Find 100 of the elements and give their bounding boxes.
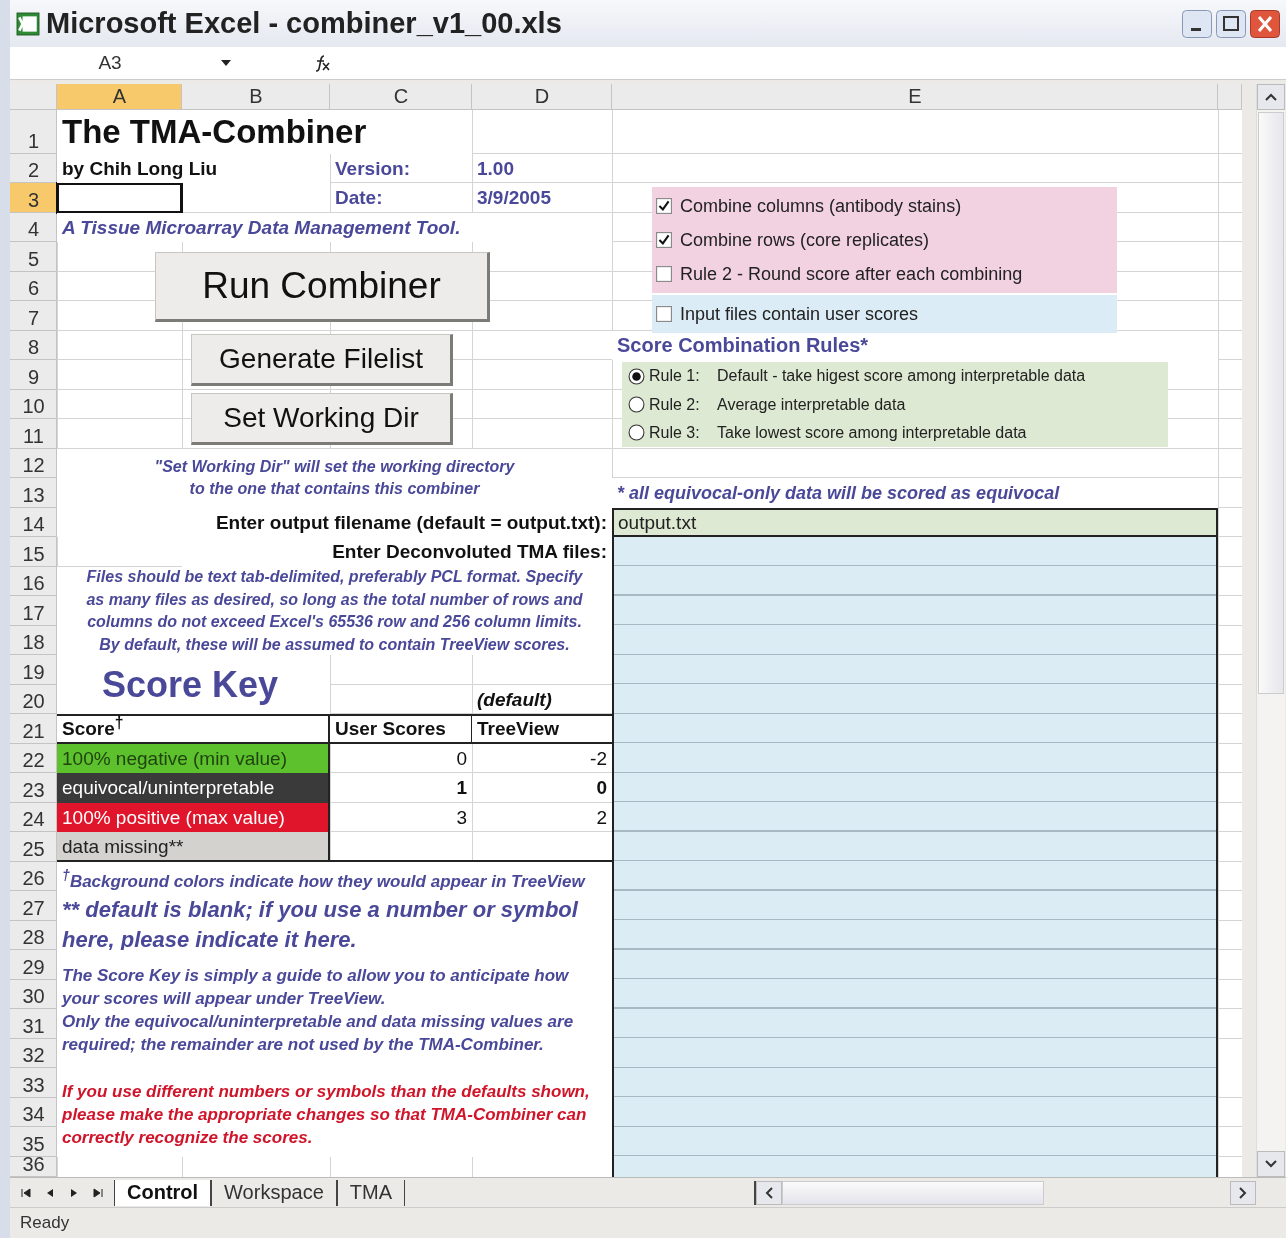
column-header[interactable]: C	[330, 83, 472, 110]
row-header[interactable]: 9	[10, 360, 57, 390]
table-cell-text: 0	[455, 746, 468, 771]
sheet-tab[interactable]: TMA	[336, 1179, 405, 1206]
note-text: Files should be text tab-delimited, preferably PCL format. Specify as many files as desired, so long as the total number of rows and columns do not exceed Excel's 65536 row and 256 column limits. By default, these will be assumed to contain TreeView scores.	[57, 566, 612, 656]
row-header[interactable]: 34	[10, 1097, 57, 1128]
rule-text: Take lowest score among interpretable data	[717, 423, 1027, 442]
table-cell-text: 0	[595, 776, 608, 801]
dropdown-icon[interactable]	[220, 59, 232, 68]
row-header[interactable]: 12	[10, 448, 57, 479]
checkbox[interactable]	[656, 198, 672, 215]
first-sheet-icon[interactable]	[20, 1186, 32, 1199]
name-box[interactable]: A3	[10, 52, 210, 75]
row-header[interactable]: 17	[10, 596, 57, 626]
table-cell-text: -2	[589, 746, 608, 771]
option-label: Rule 2 - Round score after each combining	[680, 263, 1023, 285]
row-header[interactable]: 2	[10, 153, 57, 184]
row-header[interactable]: 21	[10, 714, 57, 744]
radio-button[interactable]	[628, 424, 645, 442]
score-label-cell: 100% negative (min value)	[57, 743, 330, 774]
checkbox[interactable]	[656, 306, 672, 323]
table-cell-text: 3	[455, 805, 468, 830]
sheet-tab[interactable]: Control	[114, 1179, 212, 1206]
score-label-cell: 100% positive (max value)	[57, 802, 330, 833]
scroll-right-button[interactable]	[1230, 1180, 1256, 1205]
row-header[interactable]: 32	[10, 1038, 57, 1069]
row-header[interactable]: 35	[10, 1127, 57, 1157]
row-header[interactable]: 13	[10, 478, 57, 508]
table-cell-text: 2	[595, 805, 608, 830]
row-header[interactable]: 7	[10, 301, 57, 331]
row-header[interactable]: 23	[10, 773, 57, 803]
chevron-down-icon	[1265, 1159, 1277, 1168]
score-label-cell: equivocal/uninterpretable	[57, 773, 330, 803]
rule-text: Average interpretable data	[717, 395, 906, 414]
row-header[interactable]: 25	[10, 832, 57, 862]
score-key-title: Score Key	[57, 655, 330, 715]
author-text: by Chih Long Liu	[57, 153, 330, 184]
maximize-icon[interactable]	[1216, 9, 1246, 38]
scroll-left-button[interactable]	[756, 1180, 782, 1205]
column-header[interactable]: D	[472, 83, 612, 110]
generate-filelist-button[interactable]: Generate Filelist	[191, 334, 453, 387]
row-header[interactable]: 15	[10, 537, 57, 567]
row-header[interactable]: 10	[10, 389, 57, 420]
input-range[interactable]	[612, 537, 1218, 1177]
row-header[interactable]: 16	[10, 566, 57, 597]
scroll-up-button[interactable]	[1257, 83, 1285, 110]
column-header[interactable]: A	[57, 83, 182, 110]
checkbox[interactable]	[656, 232, 672, 249]
row-header[interactable]: 20	[10, 684, 57, 715]
row-header[interactable]: 28	[10, 920, 57, 951]
row-header[interactable]: 5	[10, 242, 57, 272]
row-header[interactable]: 26	[10, 861, 57, 892]
row-header[interactable]: 1	[10, 109, 57, 154]
spreadsheet-icon	[16, 11, 40, 36]
row-header[interactable]: 24	[10, 802, 57, 833]
row-header[interactable]: 36	[10, 1156, 57, 1177]
note-text: The Score Key is simply a guide to allow you to anticipate how your scores will appear under TreeView. Only the equivocal/uninterpretable and data missing values are required; the remainder are not used by the TMA-Combiner.	[57, 950, 612, 1069]
note-text: ** default is blank; if you use a number or symbol here, please indicate it here.	[57, 891, 612, 951]
row-header[interactable]: 11	[10, 419, 57, 449]
rule-number: Rule 2:	[649, 395, 701, 414]
output-field[interactable]: output.txt	[612, 507, 1218, 538]
row-header[interactable]: 30	[10, 979, 57, 1010]
column-header[interactable]: B	[182, 83, 330, 110]
row-header[interactable]: 29	[10, 950, 57, 980]
row-header[interactable]: 8	[10, 330, 57, 361]
run-combiner-button[interactable]: Run Combiner	[155, 251, 490, 322]
row-header[interactable]: 22	[10, 743, 57, 774]
option-label: Input files contain user scores	[680, 303, 919, 325]
row-header[interactable]: 27	[10, 891, 57, 921]
row-header[interactable]: 6	[10, 271, 57, 302]
active-cell[interactable]	[57, 183, 182, 213]
close-icon[interactable]	[1250, 9, 1280, 38]
footnote-text: * all equivocal-only data will be scored as equivocal	[612, 478, 1218, 508]
radio-button[interactable]	[628, 367, 645, 385]
rule-number: Rule 3:	[649, 423, 701, 442]
row-header[interactable]: 14	[10, 507, 57, 538]
scrollbar-thumb[interactable]	[1258, 111, 1284, 694]
set-working-dir-button[interactable]: Set Working Dir	[191, 393, 453, 446]
rule-text: Default - take higest score among interpretable data	[717, 367, 1086, 386]
row-header[interactable]: 31	[10, 1009, 57, 1039]
scroll-down-button[interactable]	[1257, 1150, 1285, 1177]
last-sheet-icon[interactable]	[92, 1186, 104, 1199]
checkbox[interactable]	[656, 266, 672, 283]
row-header[interactable]: 19	[10, 655, 57, 685]
sheet-tab[interactable]: Workspace	[211, 1179, 337, 1206]
column-heading: Score$^{†}$	[57, 714, 330, 744]
column-header[interactable]: E	[612, 83, 1218, 110]
minimize-icon[interactable]	[1182, 9, 1212, 38]
row-header[interactable]: 3	[10, 183, 57, 213]
score-label-cell: data missing**	[57, 832, 330, 862]
radio-button[interactable]	[628, 396, 645, 414]
scrollbar-thumb[interactable]	[782, 1180, 1044, 1205]
chevron-left-icon	[765, 1186, 773, 1199]
table-cell-text: 1	[455, 776, 468, 801]
row-header[interactable]: 33	[10, 1068, 57, 1098]
column-heading: TreeView	[472, 714, 612, 744]
sheet-title: The TMA-Combiner	[57, 109, 472, 154]
default-label: (default)	[476, 687, 553, 712]
row-header[interactable]: 4	[10, 212, 57, 243]
row-header[interactable]: 18	[10, 625, 57, 656]
